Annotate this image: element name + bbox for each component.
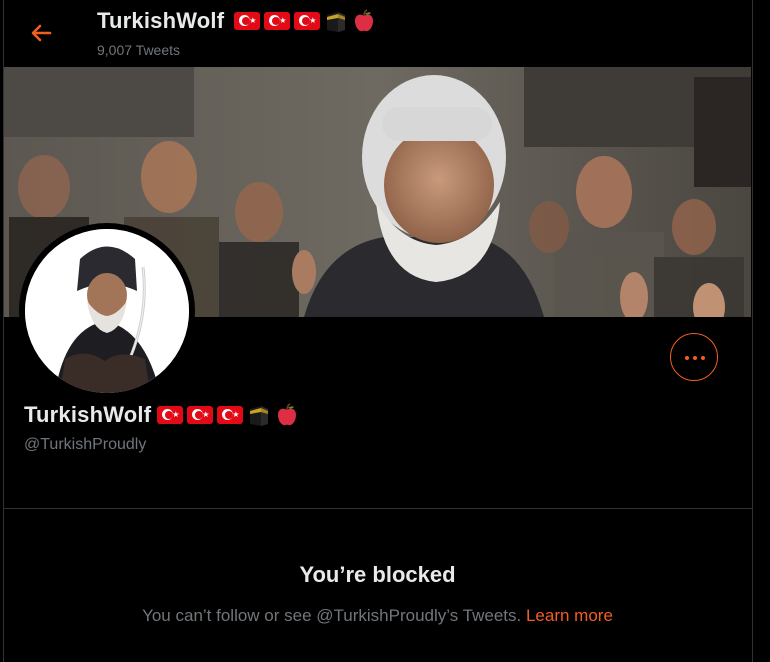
- kaaba-icon: [250, 406, 269, 426]
- kaaba-icon: [327, 12, 346, 32]
- turkey-flag-icon: ★: [157, 406, 184, 424]
- header-name: TurkishWolf: [97, 8, 225, 33]
- more-options-button[interactable]: [670, 333, 718, 381]
- learn-more-link[interactable]: Learn more: [526, 606, 613, 625]
- divider: [4, 508, 752, 509]
- profile-display-name: TurkishWolf: [24, 402, 152, 427]
- profile-name-emoji: ★ ★ ★: [157, 403, 299, 427]
- avatar[interactable]: [19, 223, 195, 399]
- turkey-flag-icon: ★: [187, 406, 214, 424]
- header-name-emoji: ★ ★ ★: [234, 9, 376, 33]
- profile-header-bar: TurkishWolf ★ ★ ★ 9,007 Tweets: [4, 0, 752, 66]
- blocked-title: You’re blocked: [299, 562, 456, 587]
- avatar-image: [25, 229, 189, 393]
- turkey-flag-icon: ★: [234, 12, 261, 30]
- turkey-flag-icon: ★: [294, 12, 321, 30]
- back-arrow-icon[interactable]: [26, 18, 56, 48]
- tweet-count: 9,007 Tweets: [97, 42, 181, 58]
- turkey-flag-icon: ★: [264, 12, 291, 30]
- red-apple-icon: [278, 403, 297, 426]
- profile-handle: @TurkishProudly: [24, 436, 147, 453]
- profile-name: TurkishWolf ★ ★ ★: [24, 402, 299, 428]
- turkey-flag-icon: ★: [217, 406, 244, 424]
- red-apple-icon: [355, 9, 374, 32]
- blocked-description: You can’t follow or see @TurkishProudly’…: [0, 606, 755, 626]
- blocked-message: You can’t follow or see @TurkishProudly’…: [142, 606, 526, 625]
- header-title: TurkishWolf ★ ★ ★: [97, 8, 376, 34]
